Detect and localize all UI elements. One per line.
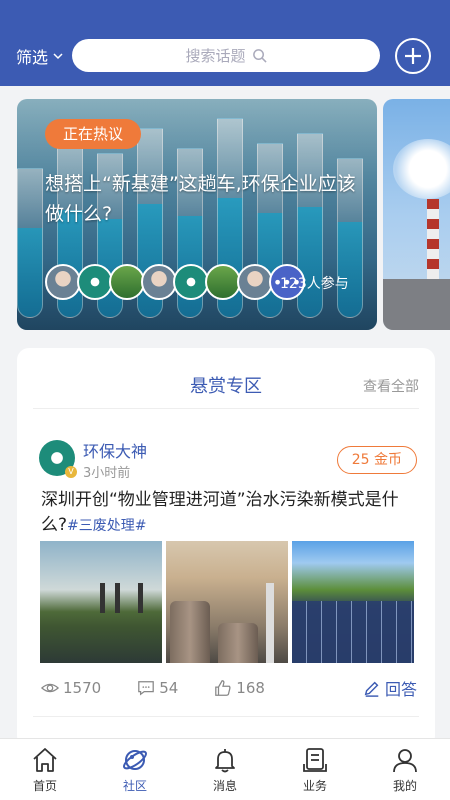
search-placeholder: 搜索话题	[185, 47, 246, 65]
view-all-link[interactable]: 查看全部	[363, 376, 419, 396]
avatar	[109, 264, 145, 300]
answer-label: 回答	[384, 680, 417, 699]
reward-badge: 25 金币	[336, 446, 417, 474]
thumbs-up-icon	[215, 680, 231, 696]
filter-label: 筛选	[16, 48, 49, 67]
answer-button[interactable]: 回答	[363, 676, 417, 700]
chimney-illustration	[100, 583, 105, 613]
tab-profile[interactable]: 我的	[360, 739, 450, 800]
bottom-tab-bar: 首页 社区 消息 业务 我的	[0, 738, 450, 800]
hot-tag: 正在热议	[45, 119, 142, 149]
avatar	[237, 264, 273, 300]
avatar	[205, 264, 241, 300]
tab-label: 我的	[392, 778, 417, 793]
home-icon	[33, 747, 57, 772]
document-icon	[303, 747, 327, 772]
cooling-tower-illustration	[218, 623, 258, 663]
user-icon	[393, 748, 417, 772]
participant-avatars: •••	[45, 264, 305, 300]
chimney-illustration	[115, 583, 120, 613]
comment-icon	[138, 681, 155, 696]
plus-icon	[405, 48, 421, 64]
avatar	[77, 264, 113, 300]
avatar	[141, 264, 177, 300]
author-name[interactable]: 环保大神	[83, 438, 147, 462]
hot-topic-banner[interactable]: 正在热议 想搭上“新基建”这趟车,环保企业应该做什么? ••• 123人参与	[17, 99, 377, 330]
search-icon	[252, 49, 267, 63]
add-topic-button[interactable]	[395, 38, 431, 74]
tab-label: 消息	[212, 778, 237, 793]
view-count: 1570	[41, 679, 101, 697]
participant-count: 123人参与	[280, 276, 349, 292]
verified-badge: V	[65, 466, 77, 478]
pencil-icon	[364, 681, 379, 697]
post-image[interactable]	[40, 541, 162, 663]
search-bar[interactable]: 搜索话题	[72, 39, 380, 72]
divider	[33, 716, 419, 717]
banner-title: 想搭上“新基建”这趟车,环保企业应该做什么?	[45, 173, 356, 225]
comment-count-value: 54	[159, 679, 179, 697]
chimney-illustration	[266, 583, 274, 663]
smoke-illustration	[393, 139, 450, 199]
tab-home[interactable]: 首页	[0, 739, 90, 800]
topic-tag[interactable]: #三废处理#	[67, 518, 146, 534]
post-image[interactable]	[166, 541, 288, 663]
bounty-section: 悬赏专区 查看全部 V 环保大神 3小时前 25 金币 深圳开创“物业管理进河道…	[17, 348, 435, 748]
divider	[33, 408, 419, 409]
like-count[interactable]: 168	[214, 679, 265, 697]
next-banner-preview[interactable]	[383, 99, 450, 330]
factory-illustration	[383, 279, 450, 330]
post-images	[40, 541, 414, 663]
comment-count[interactable]: 54	[137, 679, 178, 697]
like-count-value: 168	[236, 679, 265, 697]
bell-icon	[215, 748, 235, 772]
question-text[interactable]: 深圳开创“物业管理进河道”治水污染新模式是什么?#三废处理#	[41, 488, 421, 539]
post-time: 3小时前	[83, 466, 131, 481]
view-count-value: 1570	[63, 679, 102, 697]
tab-community[interactable]: 社区	[90, 739, 180, 800]
eye-icon	[41, 683, 59, 693]
planet-icon	[123, 749, 147, 770]
tab-business[interactable]: 业务	[270, 739, 360, 800]
tab-messages[interactable]: 消息	[180, 739, 270, 800]
tab-label: 首页	[32, 778, 57, 793]
avatar	[173, 264, 209, 300]
tab-label: 社区	[122, 778, 147, 793]
top-header: 筛选 搜索话题	[0, 0, 450, 86]
filter-button[interactable]: 筛选	[16, 44, 64, 68]
chimney-illustration	[138, 583, 143, 613]
tab-label: 业务	[302, 778, 327, 793]
cooling-tower-illustration	[170, 601, 210, 663]
post-image[interactable]	[292, 541, 414, 663]
chevron-down-icon	[53, 53, 63, 60]
avatar	[45, 264, 81, 300]
solar-panel-illustration	[292, 601, 414, 663]
